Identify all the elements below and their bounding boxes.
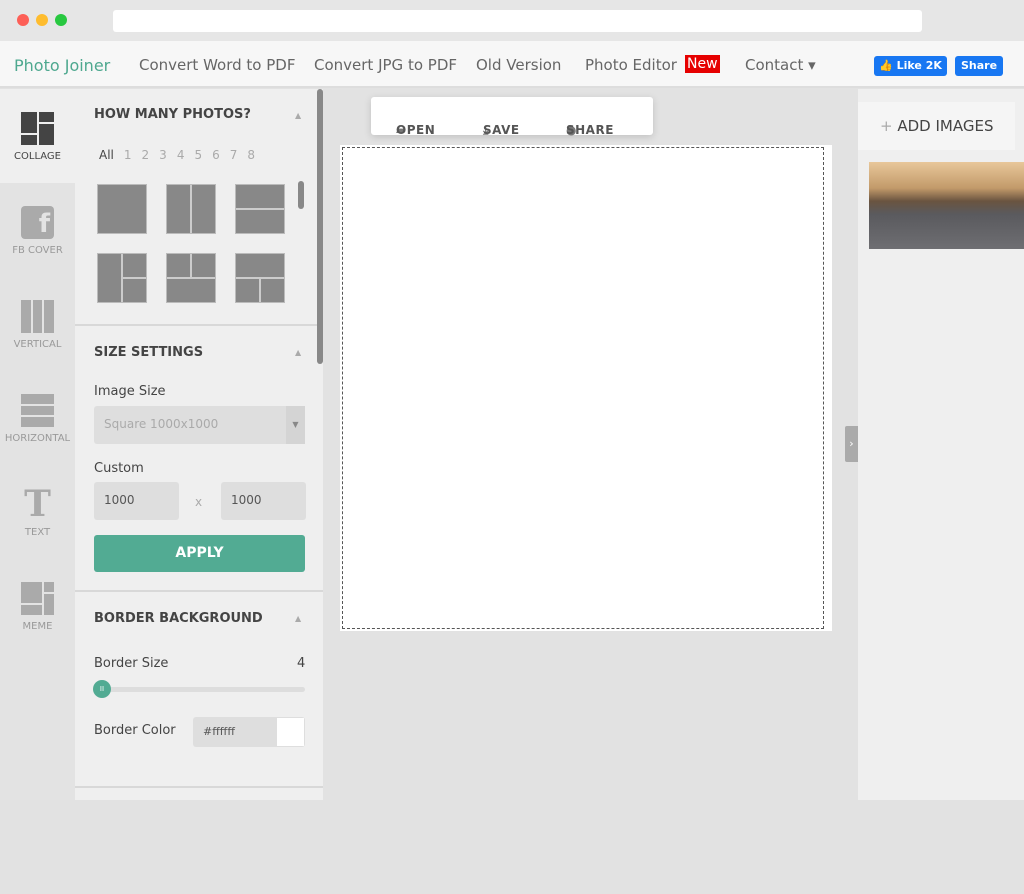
plus-icon: +	[880, 117, 898, 135]
divider	[75, 324, 323, 326]
toggle-right-panel-button[interactable]: ›	[845, 426, 858, 462]
sidebar-item-label: TEXT	[24, 527, 51, 538]
collage-canvas[interactable]	[340, 145, 832, 631]
sidebar-item-fb-cover[interactable]: f FB COVER	[0, 183, 75, 277]
custom-height-input[interactable]: 1000	[221, 482, 306, 520]
nav-convert-jpg[interactable]: Convert JPG to PDF	[314, 56, 457, 74]
divider	[75, 590, 323, 592]
sidebar-item-label: VERTICAL	[13, 339, 62, 350]
photo-count-8[interactable]: 8	[247, 148, 255, 162]
sidebar-item-collage[interactable]: COLLAGE	[0, 89, 75, 183]
add-images-button[interactable]: + ADD IMAGES	[858, 102, 1015, 150]
layout-option-5[interactable]	[166, 253, 216, 303]
layout-scrollbar[interactable]	[298, 181, 304, 209]
photo-count-3[interactable]: 3	[159, 148, 167, 162]
settings-panel: HOW MANY PHOTOS? ▲ All 1 2 3 4 5 6 7 8 SIZE SETT…	[75, 89, 323, 800]
times-separator: x	[195, 495, 203, 509]
image-thumbnail[interactable]	[869, 162, 1024, 249]
new-badge: New	[685, 55, 720, 73]
collapse-caret-icon[interactable]: ▲	[295, 111, 301, 120]
image-size-select[interactable]: Square 1000x1000 ▼	[94, 406, 305, 444]
layout-option-6[interactable]	[235, 253, 285, 303]
sidebar-item-label: FB COVER	[12, 245, 63, 256]
sidebar-item-horizontal[interactable]: HORIZONTAL	[0, 371, 75, 465]
sidebar-item-meme[interactable]: MEME	[0, 559, 75, 653]
custom-label: Custom	[94, 461, 144, 476]
sidebar-item-text[interactable]: T TEXT	[0, 465, 75, 559]
facebook-icon: f	[21, 206, 54, 239]
browser-chrome	[0, 0, 1024, 41]
custom-width-input[interactable]: 1000	[94, 482, 179, 520]
layout-option-4[interactable]	[97, 253, 147, 303]
border-background-heading: BORDER BACKGROUND	[94, 611, 263, 626]
border-size-value: 4	[297, 656, 306, 671]
border-size-label: Border Size	[94, 656, 169, 671]
address-bar[interactable]	[113, 10, 922, 32]
collage-icon	[21, 112, 54, 145]
horizontal-layout-icon	[21, 394, 54, 427]
border-size-slider[interactable]	[94, 687, 305, 692]
chevron-down-icon: ▼	[286, 406, 305, 444]
nav-convert-word[interactable]: Convert Word to PDF	[139, 56, 295, 74]
sidebar-item-vertical[interactable]: VERTICAL	[0, 277, 75, 371]
nav-photo-editor[interactable]: Photo Editor	[585, 56, 677, 74]
fb-like-button[interactable]: 👍 Like 2K	[874, 56, 947, 76]
meme-icon	[21, 582, 54, 615]
canvas-cell[interactable]	[342, 147, 824, 629]
how-many-photos-heading: HOW MANY PHOTOS?	[94, 107, 251, 122]
photo-count-4[interactable]: 4	[177, 148, 185, 162]
top-nav: Photo Joiner Convert Word to PDF Convert…	[0, 41, 1024, 88]
divider	[75, 786, 323, 788]
photo-count-6[interactable]: 6	[212, 148, 220, 162]
brand-logo[interactable]: Photo Joiner	[14, 56, 110, 75]
sidebar-item-label: COLLAGE	[14, 151, 61, 162]
photo-count-all[interactable]: All	[99, 148, 114, 162]
border-color-value: #ffffff	[203, 725, 235, 738]
size-settings-heading: SIZE SETTINGS	[94, 345, 204, 360]
fb-share-button[interactable]: Share	[955, 56, 1003, 76]
photo-count-filter: All 1 2 3 4 5 6 7 8	[99, 148, 265, 162]
layout-option-1[interactable]	[97, 184, 147, 234]
image-size-value: Square 1000x1000	[104, 417, 219, 431]
slider-handle[interactable]: II	[93, 680, 111, 698]
sidebar-item-label: MEME	[22, 621, 53, 632]
maximize-window-button[interactable]	[55, 14, 67, 26]
nav-old-version[interactable]: Old Version	[476, 56, 561, 74]
border-color-label: Border Color	[94, 723, 176, 738]
photo-count-5[interactable]: 5	[194, 148, 202, 162]
sidebar-item-label: HORIZONTAL	[4, 433, 71, 444]
photo-count-2[interactable]: 2	[142, 148, 150, 162]
layout-option-2[interactable]	[166, 184, 216, 234]
panel-scrollbar[interactable]	[317, 89, 323, 364]
color-swatch[interactable]	[277, 718, 304, 746]
photo-count-1[interactable]: 1	[124, 148, 132, 162]
apply-button[interactable]: APPLY	[94, 535, 305, 572]
close-window-button[interactable]	[17, 14, 29, 26]
layout-option-3[interactable]	[235, 184, 285, 234]
text-icon: T	[24, 483, 51, 525]
border-color-input[interactable]: #ffffff	[193, 717, 305, 747]
image-size-label: Image Size	[94, 384, 166, 399]
vertical-layout-icon	[21, 300, 54, 333]
tool-sidebar: COLLAGE f FB COVER VERTICAL HORIZONTAL T…	[0, 89, 75, 800]
minimize-window-button[interactable]	[36, 14, 48, 26]
collapse-caret-icon[interactable]: ▲	[295, 348, 301, 357]
nav-contact[interactable]: Contact ▾	[745, 56, 816, 74]
canvas-toolbar: ▰ OPEN ⤓ SAVE ● SHARE	[371, 97, 653, 137]
collapse-caret-icon[interactable]: ▲	[295, 614, 301, 623]
photo-count-7[interactable]: 7	[230, 148, 238, 162]
